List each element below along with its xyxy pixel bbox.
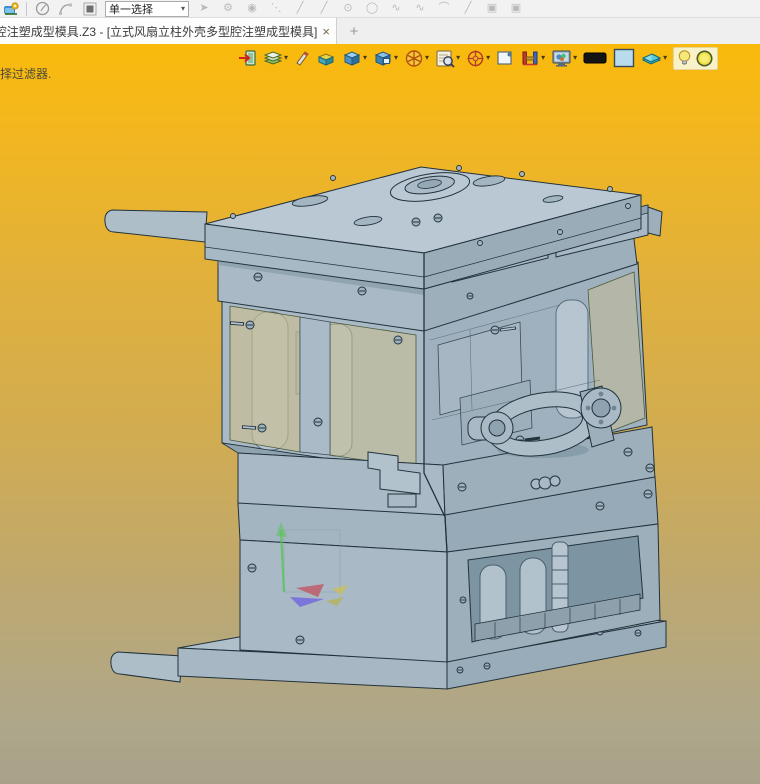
line-icon: ╱	[296, 2, 304, 14]
app-window: 单一选择 ▾ ➤ ⚙ ◉ ⋱ ╱ ╱ ⊙ ◯ ∿ ∿ ⌒ ╱ ▣ ▣ 腔注塑成型…	[0, 0, 760, 784]
chevron-down-icon: ▾	[180, 4, 185, 13]
mold-model	[104, 165, 667, 690]
side-bar	[104, 209, 208, 243]
pick-settings-icon: ⚙	[223, 2, 233, 14]
solid-box2-icon: ▣	[510, 2, 522, 14]
graphics-viewport[interactable]: ▾ ▾ ▾ ▾ ▾ ▾ ▾ ▾ ▾ 择过滤器.	[0, 44, 760, 784]
circle-icon: ◯	[365, 2, 379, 14]
tab-bar: 腔注塑成型模具.Z3 - [立式风扇立柱外壳多型腔注塑成型模具] × +	[0, 18, 760, 44]
tangent-line-icon: ╱	[464, 2, 472, 14]
app-logo-icon[interactable]	[2, 1, 20, 17]
spin-view-icon[interactable]	[33, 1, 51, 17]
solid-box-icon: ▣	[486, 2, 498, 14]
toolbar-separator	[26, 1, 27, 16]
wave-curve-icon: ∿	[415, 2, 425, 14]
polyline-icon: ╱	[320, 2, 328, 14]
quick-toolbar: 单一选择 ▾ ➤ ⚙ ◉ ⋱ ╱ ╱ ⊙ ◯ ∿ ∿ ⌒ ╱ ▣ ▣	[0, 0, 760, 18]
curve-icon[interactable]	[57, 1, 75, 17]
document-tab[interactable]: 腔注塑成型模具.Z3 - [立式风扇立柱外壳多型腔注塑成型模具] ×	[0, 18, 337, 44]
side-bar	[110, 651, 183, 683]
selection-mode-select[interactable]: 单一选择 ▾	[105, 0, 189, 17]
arc-icon: ⌒	[438, 2, 450, 14]
pick-cursor-icon: ➤	[199, 2, 209, 14]
face-region-icon[interactable]	[81, 1, 99, 17]
selection-mode-value: 单一选择	[109, 3, 153, 16]
new-tab-button[interactable]: +	[337, 18, 371, 44]
point-cloud-icon: ⋱	[270, 2, 282, 14]
spline-icon: ∿	[391, 2, 401, 14]
replay-icon: ◉	[247, 2, 257, 14]
circle-center-icon: ⊙	[343, 2, 353, 14]
close-tab-icon[interactable]: ×	[322, 24, 330, 39]
document-tab-title: 腔注塑成型模具.Z3 - [立式风扇立柱外壳多型腔注塑成型模具]	[0, 24, 318, 39]
